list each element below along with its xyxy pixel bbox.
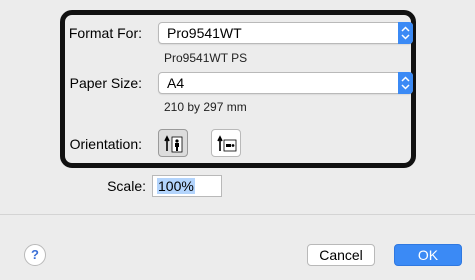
cancel-button[interactable]: Cancel — [307, 244, 375, 266]
divider — [0, 214, 475, 215]
ok-button[interactable]: OK — [394, 244, 462, 266]
scale-value: 100% — [157, 178, 195, 194]
paper-size-stepper-icon — [398, 72, 413, 94]
format-for-stepper-icon — [398, 22, 413, 44]
help-button[interactable]: ? — [24, 244, 46, 266]
page-setup-dialog: Format For: Pro9541WT Pro9541WT PS Paper… — [0, 0, 475, 280]
portrait-icon — [164, 135, 183, 153]
format-for-value: Pro9541WT — [167, 25, 242, 41]
orientation-landscape-button[interactable] — [211, 129, 241, 157]
orientation-label: Orientation: — [69, 136, 142, 152]
format-for-subtitle: Pro9541WT PS — [164, 51, 248, 65]
paper-size-subtitle: 210 by 297 mm — [164, 100, 247, 114]
paper-size-label: Paper Size: — [69, 75, 142, 91]
landscape-icon — [217, 135, 237, 152]
scale-label: Scale: — [107, 178, 146, 194]
format-for-label: Format For: — [68, 25, 142, 41]
paper-size-value: A4 — [167, 75, 185, 91]
orientation-portrait-button[interactable] — [158, 129, 188, 157]
format-for-popup[interactable]: Pro9541WT — [158, 22, 413, 44]
paper-size-popup[interactable]: A4 — [158, 72, 413, 94]
scale-input[interactable]: 100% — [152, 175, 222, 197]
